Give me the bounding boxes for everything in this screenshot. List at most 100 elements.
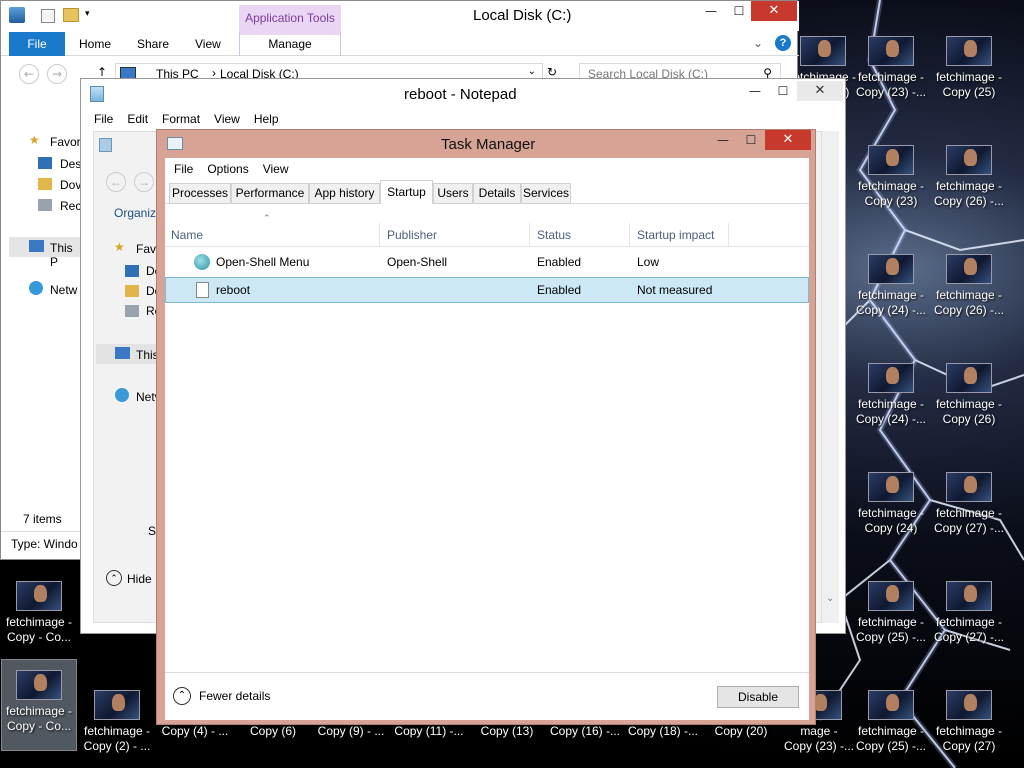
up-icon[interactable]: ↑ [97,65,107,79]
image-thumbnail-icon [868,472,914,502]
desktop-file-icon[interactable]: fetchimage - Copy (26) -... [932,135,1006,225]
nav-downloads[interactable]: Dov [60,178,81,192]
ribbon-tab-home[interactable]: Home [79,37,111,51]
taskmgr-maximize-button[interactable]: ☐ [737,130,765,150]
tab-performance[interactable]: Performance [231,183,309,204]
desktop-file-icon[interactable]: fetchimage - Copy (27) -... [932,462,1006,552]
desktop-file-icon[interactable]: fetchimage - Copy (23) -... [854,26,928,116]
row-name: reboot [216,283,251,297]
tab-app-history[interactable]: App history [309,183,380,204]
notepad-menu-format[interactable]: Format [155,109,207,129]
table-row-selected[interactable]: reboot Enabled Not measured [165,277,809,303]
image-thumbnail-icon [800,36,846,66]
close-button[interactable]: ✕ [751,1,797,21]
taskmgr-titlebar[interactable]: Task Manager — ☐ ✕ [157,130,815,158]
recent-icon [38,199,52,211]
nav-network[interactable]: Netw [50,283,77,297]
column-publisher[interactable]: Publisher [379,223,437,247]
help-icon[interactable]: ? [775,35,791,51]
explorer-titlebar[interactable]: ▾ Application Tools Local Disk (C:) — ☐ … [1,1,799,35]
notepad-menu-file[interactable]: File [87,109,120,129]
image-thumbnail-icon [946,363,992,393]
taskmgr-close-button[interactable]: ✕ [765,130,811,150]
task-manager-window[interactable]: Task Manager — ☐ ✕ File Options View Pro… [156,129,816,725]
desktop-file-icon[interactable]: fetchimage - Copy (23) [854,135,928,225]
row-status: Enabled [537,255,582,269]
forward-icon[interactable]: → [47,64,67,84]
desktop-file-icon[interactable]: fetchimage - Copy (26) [932,353,1006,443]
desktop-file-icon[interactable]: fetchimage - Copy (24) -... [854,244,928,334]
nav-desktop[interactable]: Des [60,157,81,171]
tab-details[interactable]: Details [473,183,521,204]
desktop-file-icon[interactable]: fetchimage - Copy (24) -... [854,353,928,443]
fewer-details-link[interactable]: Fewer details [199,689,270,703]
desktop-file-icon[interactable]: fetchimage - Copy (25) -... [854,680,928,768]
desktop-file-icon[interactable]: fetchimage - Copy (27) [932,680,1006,768]
desktop-file-icon[interactable]: fetchimage - Copy (25) [932,26,1006,116]
column-startup-impact[interactable]: Startup impact [629,223,729,247]
desktop-file-icon[interactable]: fetchimage - Copy - Co... [1,659,77,751]
document-icon [196,282,209,298]
scroll-down-icon[interactable]: ⌄ [826,593,834,604]
quick-access-dropdown-icon[interactable]: ▾ [85,9,90,19]
notepad-maximize-button[interactable]: ☐ [769,81,797,101]
notepad-minimize-button[interactable]: — [741,81,769,101]
ribbon-tab-file[interactable]: File [9,32,65,56]
notepad-titlebar[interactable]: reboot - Notepad — ☐ ✕ [81,79,845,109]
desktop-icon-label: fetchimage - [935,615,1003,629]
taskmgr-menu-file[interactable]: File [167,159,200,179]
ghost-back-icon: ← [106,172,126,192]
properties-icon[interactable] [41,9,55,23]
image-thumbnail-icon [868,690,914,720]
nav-this-pc[interactable]: This P [50,241,81,269]
desktop-icon-sublabel: Copy (13) [480,724,534,738]
ribbon-tab-share[interactable]: Share [137,37,169,51]
nav-recent[interactable]: Rec [60,199,81,213]
tab-users[interactable]: Users [433,183,473,204]
nav-pane: ★ Favor Des Dov Rec This P Netw 7 items [1,121,81,551]
fewer-details-icon[interactable]: ⌃ [173,687,191,705]
taskmgr-menu-options[interactable]: Options [200,159,255,179]
refresh-icon[interactable]: ↻ [547,65,557,79]
image-thumbnail-icon [868,145,914,175]
tab-processes[interactable]: Processes [169,183,231,204]
minimize-button[interactable]: — [697,1,725,21]
new-folder-icon[interactable] [63,8,79,22]
taskmgr-minimize-button[interactable]: — [709,130,737,150]
taskmgr-menu-view[interactable]: View [256,159,296,179]
desktop-icon-label: fetchimage - [857,615,925,629]
desktop-file-icon[interactable]: fetchimage - Copy (25) -... [854,571,928,661]
desktop-file-icon[interactable]: fetchimage - Copy (27) -... [932,571,1006,661]
open-shell-icon [194,254,210,270]
maximize-button[interactable]: ☐ [725,1,753,21]
desktop-icon-label: fetchimage - [935,724,1003,738]
ribbon-tab-view[interactable]: View [195,37,221,51]
desktop-icon-sublabel: Copy (27) -... [933,521,1005,535]
desktop-file-icon[interactable]: fetchimage - Copy - Co... [2,571,76,661]
ghost-this-pc-icon [115,347,130,359]
tab-services[interactable]: Services [521,183,571,204]
column-headers: ⌃ Name Publisher Status Startup impact [165,213,809,247]
tab-startup[interactable]: Startup [380,180,433,204]
desktop-file-icon[interactable]: fetchimage - Copy (24) [854,462,928,552]
ribbon-tab-manage[interactable]: Manage [239,32,341,56]
sort-arrow-icon: ⌃ [263,213,271,223]
desktop-icon-label: fetchimage - [857,724,925,738]
notepad-menu-help[interactable]: Help [247,109,286,129]
column-name[interactable]: Name [171,228,203,242]
image-thumbnail-icon [868,254,914,284]
notepad-close-button[interactable]: ✕ [797,81,843,101]
notepad-menu-edit[interactable]: Edit [120,109,155,129]
desktop-icon-label: fetchimage - [935,288,1003,302]
nav-favorites[interactable]: Favor [50,135,81,149]
notepad-menu-view[interactable]: View [207,109,247,129]
table-row[interactable]: Open-Shell Menu Open-Shell Enabled Low [165,249,809,275]
disable-button[interactable]: Disable [717,686,799,708]
address-dropdown-icon[interactable]: ⌄ [528,66,536,77]
desktop-file-icon[interactable]: fetchimage - Copy (2) - ... [80,680,154,768]
column-status[interactable]: Status [529,223,571,247]
notepad-vertical-scrollbar[interactable]: ⌄ [821,131,839,623]
ribbon-collapse-icon[interactable]: ⌄ [753,36,763,50]
desktop-file-icon[interactable]: fetchimage - Copy (26) -... [932,244,1006,334]
back-icon[interactable]: ← [19,64,39,84]
